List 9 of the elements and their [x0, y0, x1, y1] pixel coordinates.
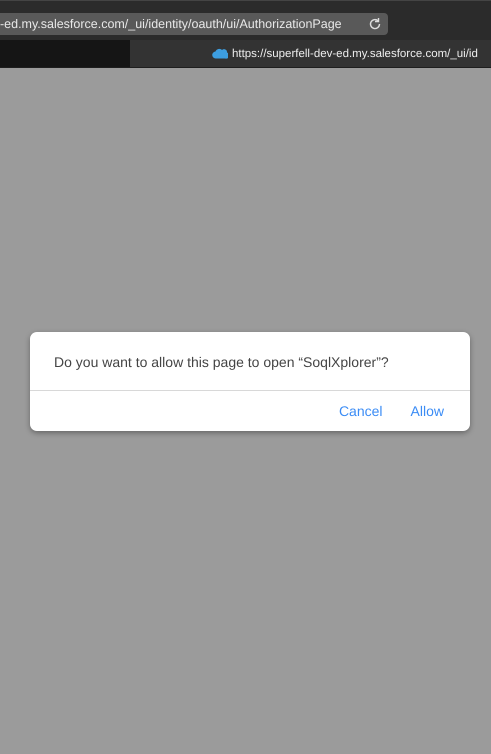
browser-tab[interactable]: https://superfell-dev-ed.my.salesforce.com/_ui/id: [130, 40, 491, 67]
url-text: -ed.my.salesforce.com/_ui/identity/oauth/ui/AuthorizationPage: [0, 17, 342, 31]
reload-icon[interactable]: [368, 17, 382, 31]
dialog-message: Do you want to allow this page to open “SoqlXplorer”?: [30, 332, 470, 391]
dialog-button[interactable]: Cancel: [338, 403, 383, 419]
tab-title: https://superfell-dev-ed.my.salesforce.com/_ui/id: [232, 48, 478, 60]
address-field[interactable]: -ed.my.salesforce.com/_ui/identity/oauth/ui/AuthorizationPage: [0, 13, 388, 35]
dialog-button[interactable]: Allow: [410, 403, 444, 419]
cloud-icon: [212, 48, 228, 59]
